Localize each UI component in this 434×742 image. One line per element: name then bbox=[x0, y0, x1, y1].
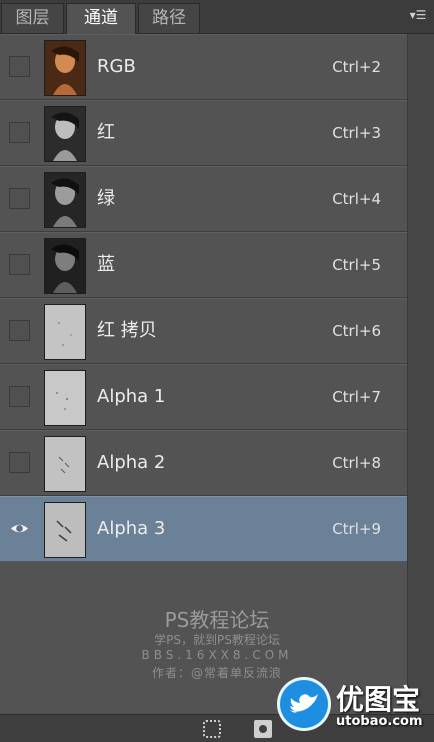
panel-menu-icon[interactable]: ▾☰ bbox=[406, 6, 430, 24]
watermark-url: BBS.16XX8.COM bbox=[141, 648, 293, 662]
channel-row-red-copy[interactable]: 红 拷贝 Ctrl+6 bbox=[0, 298, 407, 364]
channel-row-alpha-2[interactable]: Alpha 2 Ctrl+8 bbox=[0, 430, 407, 496]
visibility-toggle[interactable] bbox=[9, 56, 30, 77]
channel-name: 红 bbox=[97, 122, 115, 143]
channel-shortcut: Ctrl+9 bbox=[332, 520, 381, 538]
watermark-title: PS教程论坛 bbox=[164, 608, 270, 632]
logo-title: 优图宝 bbox=[336, 683, 421, 716]
channel-thumbnail bbox=[44, 106, 86, 162]
tab-paths[interactable]: 路径 bbox=[138, 3, 200, 33]
load-selection-icon[interactable] bbox=[203, 720, 221, 738]
channel-thumbnail bbox=[44, 436, 86, 492]
channel-row-alpha-3[interactable]: Alpha 3 Ctrl+9 bbox=[0, 496, 407, 562]
tab-layers[interactable]: 图层 bbox=[1, 3, 64, 33]
watermark-tagline: 学PS，就到PS教程论坛 bbox=[154, 633, 280, 647]
panel-tab-bar: 图层 通道 路径 ▾☰ bbox=[0, 0, 434, 34]
visibility-toggle[interactable] bbox=[9, 188, 30, 209]
channel-row-green[interactable]: 绿 Ctrl+4 bbox=[0, 166, 407, 232]
channel-name: 绿 bbox=[97, 188, 115, 209]
channel-row-red[interactable]: 红 Ctrl+3 bbox=[0, 100, 407, 166]
channel-name: Alpha 1 bbox=[97, 386, 166, 407]
channel-shortcut: Ctrl+7 bbox=[332, 388, 381, 406]
channel-shortcut: Ctrl+2 bbox=[332, 58, 381, 76]
channel-thumbnail bbox=[44, 40, 86, 96]
bird-logo-icon bbox=[280, 680, 328, 728]
save-selection-icon[interactable] bbox=[254, 720, 272, 738]
channel-shortcut: Ctrl+6 bbox=[332, 322, 381, 340]
channel-name: 红 拷贝 bbox=[97, 320, 157, 341]
visibility-toggle[interactable] bbox=[9, 122, 30, 143]
channel-shortcut: Ctrl+4 bbox=[332, 190, 381, 208]
channel-row-alpha-1[interactable]: Alpha 1 Ctrl+7 bbox=[0, 364, 407, 430]
channel-name: Alpha 3 bbox=[97, 518, 166, 539]
logo-url: utobao.com bbox=[336, 714, 423, 729]
channel-row-rgb[interactable]: RGB Ctrl+2 bbox=[0, 34, 407, 100]
eye-icon[interactable] bbox=[9, 518, 30, 539]
channel-list: RGB Ctrl+2 红 Ctrl+3 绿 Ctrl+4 蓝 Ctrl+5 红 … bbox=[0, 34, 407, 562]
channel-thumbnail bbox=[44, 172, 86, 228]
channel-thumbnail bbox=[44, 238, 86, 294]
channel-row-blue[interactable]: 蓝 Ctrl+5 bbox=[0, 232, 407, 298]
channel-shortcut: Ctrl+5 bbox=[332, 256, 381, 274]
channel-shortcut: Ctrl+3 bbox=[332, 124, 381, 142]
channel-thumbnail bbox=[44, 502, 86, 558]
visibility-toggle[interactable] bbox=[9, 320, 30, 341]
visibility-toggle[interactable] bbox=[9, 254, 30, 275]
visibility-toggle[interactable] bbox=[9, 452, 30, 473]
tab-channels[interactable]: 通道 bbox=[66, 3, 136, 34]
channel-shortcut: Ctrl+8 bbox=[332, 454, 381, 472]
channel-name: RGB bbox=[97, 56, 136, 77]
visibility-toggle[interactable] bbox=[9, 386, 30, 407]
site-logo: 优图宝 utobao.com bbox=[278, 676, 434, 741]
channel-thumbnail bbox=[44, 370, 86, 426]
channel-name: Alpha 2 bbox=[97, 452, 166, 473]
channel-name: 蓝 bbox=[97, 254, 115, 275]
channel-thumbnail bbox=[44, 304, 86, 360]
